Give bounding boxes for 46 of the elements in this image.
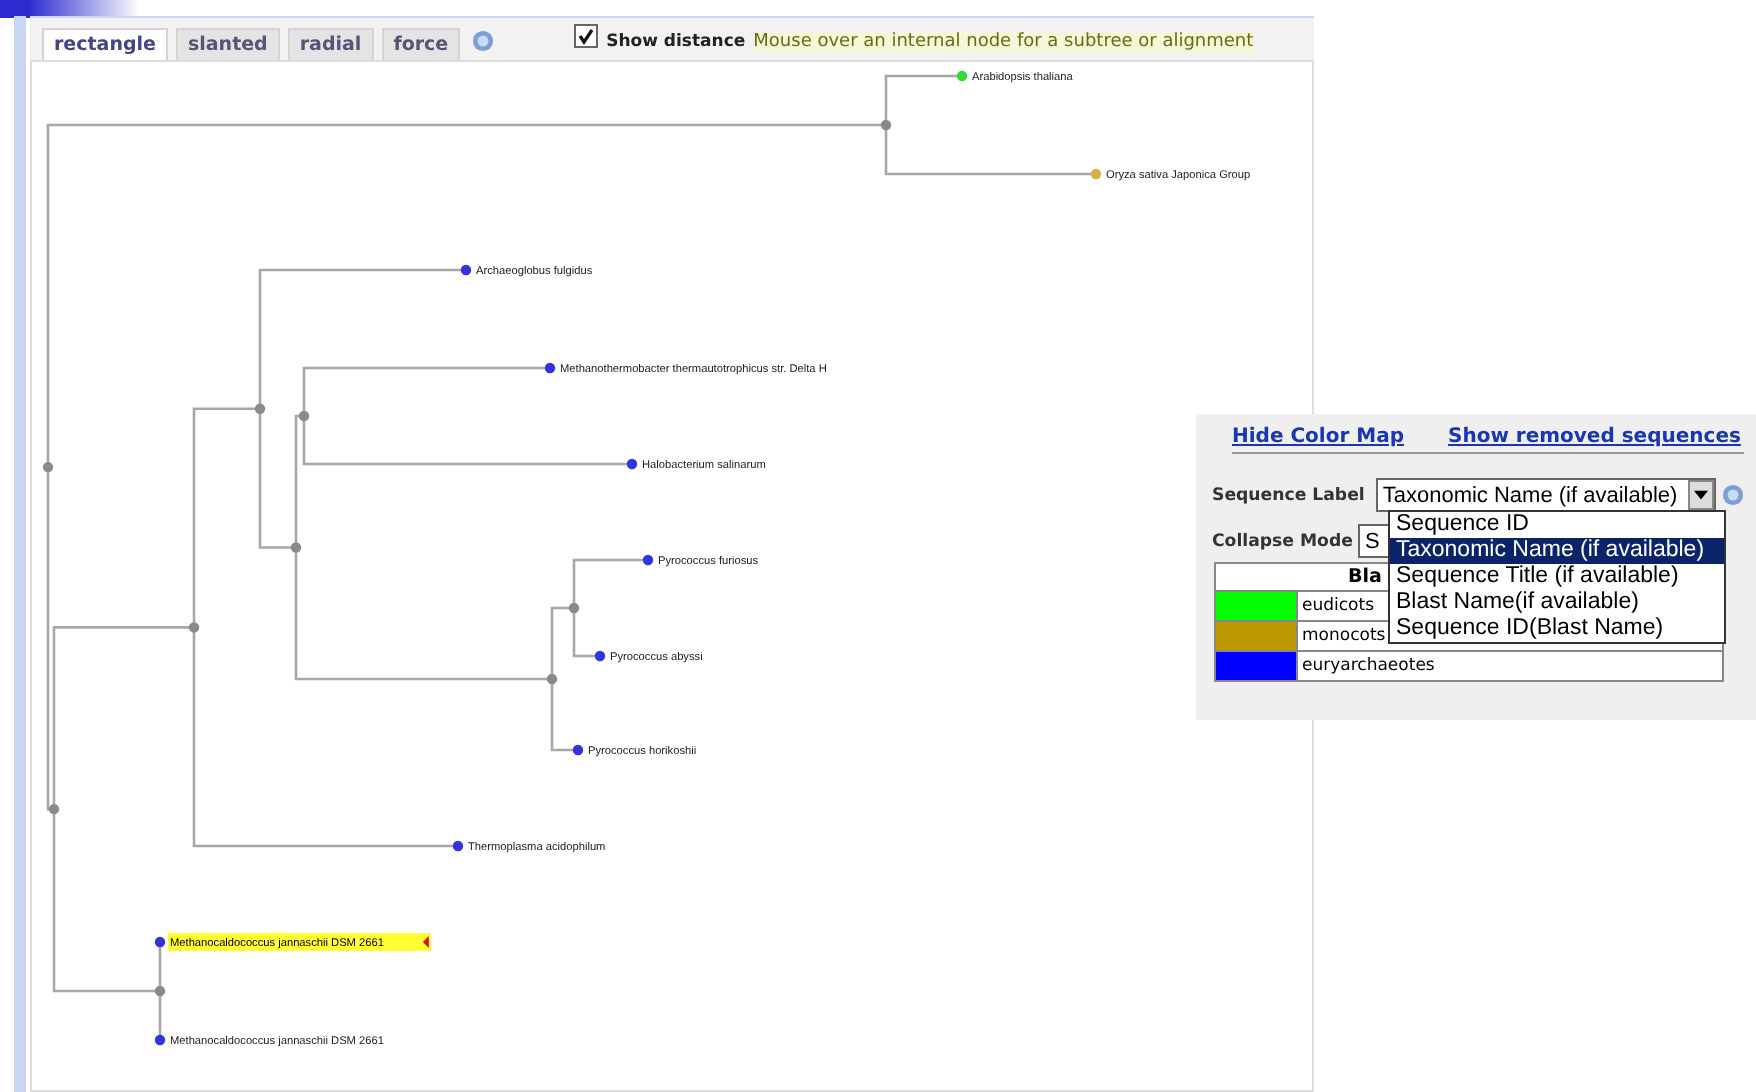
leaf-dot[interactable] [452, 840, 464, 852]
leaf-dot[interactable] [154, 936, 166, 948]
node-handle[interactable] [298, 410, 310, 422]
view-tab[interactable]: radial [287, 28, 374, 60]
node-handle[interactable] [154, 985, 166, 997]
panel-link[interactable]: Show removed sequences [1448, 426, 1741, 448]
help-icon[interactable] [472, 30, 495, 52]
dropdown-option[interactable]: Sequence ID(Blast Name) [1390, 616, 1724, 642]
field-label: Sequence Label [1212, 485, 1365, 505]
panel-link[interactable]: Hide Color Map [1232, 426, 1404, 448]
sequence-label-select[interactable]: Taxonomic Name (if available) [1376, 478, 1717, 512]
leaf-dot[interactable] [594, 650, 606, 662]
dropdown-option[interactable]: Blast Name(if available) [1390, 590, 1724, 616]
node-handle[interactable] [546, 673, 558, 685]
node-handle[interactable] [254, 403, 266, 414]
node-handle[interactable] [880, 119, 892, 131]
caret-icon[interactable] [1694, 490, 1709, 500]
leaf-dot[interactable] [460, 264, 472, 276]
leaf-dot[interactable] [626, 458, 638, 470]
dropdown-option[interactable]: Sequence Title (if available) [1390, 564, 1724, 590]
leaf-dot[interactable] [154, 1034, 166, 1046]
node-handle[interactable] [42, 461, 54, 473]
leaf-dot[interactable] [1090, 168, 1102, 180]
show-distance-checkbox[interactable] [574, 24, 599, 48]
node-handle[interactable] [188, 622, 200, 633]
table-cell-text: monocots [1300, 624, 1386, 650]
node-handle[interactable] [48, 804, 60, 815]
node-handle[interactable] [568, 602, 580, 614]
marker-icon [422, 936, 429, 948]
view-tab[interactable]: rectangle [42, 28, 168, 60]
hint-text: Mouse over an internal node for a subtree or alignment [753, 32, 1254, 52]
leaf-dot[interactable] [544, 362, 556, 374]
dropdown-option[interactable]: Taxonomic Name (if available) [1390, 538, 1724, 564]
view-tab[interactable]: force [381, 28, 461, 60]
node-handle[interactable] [290, 542, 302, 553]
table-cell-text: eudicots [1300, 594, 1375, 620]
help-icon[interactable] [1722, 484, 1745, 506]
leaf-dot[interactable] [956, 70, 968, 82]
field-label: Collapse Mode [1212, 531, 1353, 551]
leaf-dot[interactable] [572, 744, 584, 756]
checkbox-label: Show distance [606, 32, 746, 52]
leaf-dot[interactable] [642, 554, 654, 566]
dropdown-option[interactable]: Sequence ID [1390, 512, 1724, 538]
view-tab[interactable]: slanted [175, 28, 280, 60]
slide-accent [0, 0, 140, 18]
table-cell-text: euryarchaeotes [1300, 654, 1435, 680]
